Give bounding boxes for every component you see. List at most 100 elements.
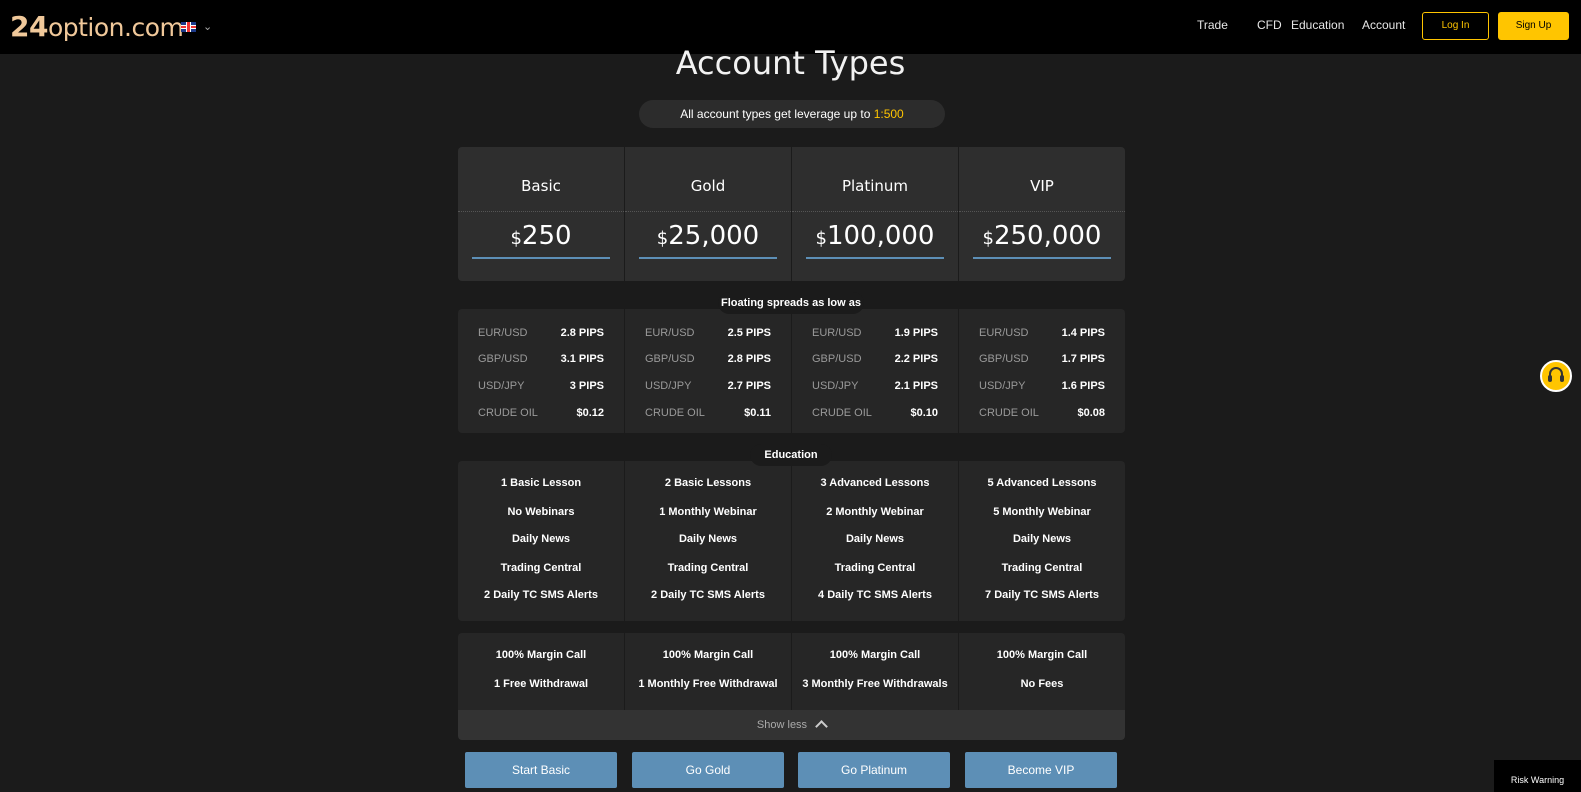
account-vip: 100% Margin Call No Fees: [959, 633, 1125, 710]
spread-value: $0.12: [576, 407, 604, 419]
pair-label: EUR/USD: [979, 327, 1029, 339]
spread-row: GBP/USD 2.2 PIPS: [812, 353, 938, 369]
go-gold-button[interactable]: Go Gold: [632, 752, 784, 788]
spread-row: GBP/USD 2.8 PIPS: [645, 353, 771, 369]
signup-button[interactable]: Sign Up: [1498, 12, 1569, 40]
spread-value: $0.10: [910, 407, 938, 419]
spread-value: 1.4 PIPS: [1061, 327, 1105, 339]
feature-item: 2 Daily TC SMS Alerts: [484, 589, 598, 601]
tier-name: Platinum: [841, 177, 909, 195]
currency-symbol: $: [815, 228, 827, 249]
pair-label: GBP/USD: [979, 353, 1029, 365]
spread-row: GBP/USD 1.7 PIPS: [979, 353, 1105, 369]
feature-item: 100% Margin Call: [662, 649, 754, 661]
feature-item: Trading Central: [667, 562, 749, 574]
feature-item: Trading Central: [1001, 562, 1083, 574]
feature-item: Daily News: [678, 533, 738, 545]
currency-symbol: $: [656, 228, 669, 249]
price-amount: 25,000: [668, 221, 760, 251]
spread-value: 1.9 PIPS: [894, 327, 938, 339]
pair-label: EUR/USD: [812, 327, 862, 339]
spread-value: 2.8 PIPS: [560, 327, 604, 339]
divider: [959, 211, 1125, 212]
headset-icon: [1548, 367, 1564, 382]
spreads-vip: EUR/USD 1.4 PIPS GBP/USD 1.7 PIPS USD/JPY 1…: [959, 309, 1125, 433]
pair-label: CRUDE OIL: [645, 407, 705, 419]
logo-number: 24: [10, 10, 48, 43]
show-less-toggle[interactable]: Show less: [458, 710, 1125, 740]
feature-item: 1 Monthly Webinar: [659, 506, 757, 518]
spreads-gold: EUR/USD 2.5 PIPS GBP/USD 2.8 PIPS USD/JPY 2…: [625, 309, 792, 433]
feature-item: 5 Monthly Webinar: [993, 506, 1091, 518]
spread-row: EUR/USD 2.8 PIPS: [478, 327, 604, 343]
spread-row: CRUDE OIL $0.08: [979, 407, 1105, 423]
divider: [458, 211, 624, 212]
spread-row: USD/JPY 3 PIPS: [478, 380, 604, 396]
spread-value: 2.2 PIPS: [894, 353, 938, 365]
spread-row: EUR/USD 1.9 PIPS: [812, 327, 938, 343]
tier-platinum: Platinum $100,000: [792, 147, 959, 281]
feature-item: 1 Basic Lesson: [500, 477, 582, 489]
risk-warning-tab[interactable]: Risk Warning: [1494, 760, 1581, 792]
education-basic: 1 Basic Lesson No Webinars Daily News Tr…: [458, 461, 625, 621]
pair-label: USD/JPY: [645, 380, 692, 392]
spread-value: 2.1 PIPS: [894, 380, 938, 392]
nav-education[interactable]: Education: [1291, 18, 1344, 32]
spreads-basic: EUR/USD 2.8 PIPS GBP/USD 3.1 PIPS USD/JPY 3…: [458, 309, 625, 433]
tier-price: $100,000: [806, 219, 944, 259]
education-vip: 5 Advanced Lessons 5 Monthly Webinar Dai…: [959, 461, 1125, 621]
support-chat-button[interactable]: [1540, 360, 1572, 392]
site-logo[interactable]: 24option.com: [10, 10, 184, 43]
feature-item: 2 Monthly Webinar: [826, 506, 924, 518]
feature-item: 5 Advanced Lessons: [987, 477, 1097, 489]
spread-row: USD/JPY 1.6 PIPS: [979, 380, 1105, 396]
feature-item: 1 Free Withdrawal: [493, 678, 589, 690]
pair-label: GBP/USD: [478, 353, 528, 365]
divider: [792, 211, 958, 212]
feature-item: 1 Monthly Free Withdrawal: [638, 678, 778, 690]
login-button[interactable]: Log In: [1422, 12, 1489, 40]
nav-trade[interactable]: Trade: [1197, 18, 1228, 32]
pair-label: CRUDE OIL: [812, 407, 872, 419]
account-gold: 100% Margin Call 1 Monthly Free Withdraw…: [625, 633, 792, 710]
spread-value: 2.8 PIPS: [727, 353, 771, 365]
divider: [625, 211, 791, 212]
education-section-label: Education: [750, 444, 832, 466]
feature-item: 100% Margin Call: [495, 649, 587, 661]
spread-row: EUR/USD 2.5 PIPS: [645, 327, 771, 343]
uk-flag-icon[interactable]: [181, 22, 196, 32]
tier-basic: Basic $250: [458, 147, 625, 281]
tier-name: Basic: [521, 177, 561, 195]
feature-item: Daily News: [511, 533, 571, 545]
pair-label: GBP/USD: [812, 353, 862, 365]
feature-item: 2 Daily TC SMS Alerts: [651, 589, 765, 601]
spreads-platinum: EUR/USD 1.9 PIPS GBP/USD 2.2 PIPS USD/JPY 2…: [792, 309, 959, 433]
feature-item: 2 Basic Lessons: [664, 477, 752, 489]
leverage-banner: All account types get leverage up to 1:5…: [639, 100, 945, 128]
nav-account[interactable]: Account: [1362, 18, 1405, 32]
price-amount: 100,000: [826, 221, 935, 251]
spread-row: EUR/USD 1.4 PIPS: [979, 327, 1105, 343]
chevron-up-icon: [815, 720, 828, 733]
education-panel: 1 Basic Lesson No Webinars Daily News Tr…: [458, 461, 1125, 621]
start-basic-button[interactable]: Start Basic: [465, 752, 617, 788]
tier-price: $250: [472, 219, 610, 259]
feature-item: Trading Central: [834, 562, 916, 574]
spread-value: 2.5 PIPS: [727, 327, 771, 339]
feature-item: Daily News: [845, 533, 905, 545]
chevron-down-icon[interactable]: ⌄: [203, 20, 212, 33]
spread-value: $0.08: [1077, 407, 1105, 419]
spread-row: USD/JPY 2.1 PIPS: [812, 380, 938, 396]
spread-row: GBP/USD 3.1 PIPS: [478, 353, 604, 369]
become-vip-button[interactable]: Become VIP: [965, 752, 1117, 788]
feature-item: No Fees: [1020, 678, 1064, 690]
tier-vip: VIP $250,000: [959, 147, 1125, 281]
go-platinum-button[interactable]: Go Platinum: [798, 752, 950, 788]
tier-name: Gold: [690, 177, 726, 195]
spread-value: 1.7 PIPS: [1061, 353, 1105, 365]
feature-item: 4 Daily TC SMS Alerts: [818, 589, 932, 601]
education-platinum: 3 Advanced Lessons 2 Monthly Webinar Dai…: [792, 461, 959, 621]
tier-gold: Gold $25,000: [625, 147, 792, 281]
nav-cfd[interactable]: CFD: [1257, 18, 1282, 32]
spread-row: CRUDE OIL $0.11: [645, 407, 771, 423]
